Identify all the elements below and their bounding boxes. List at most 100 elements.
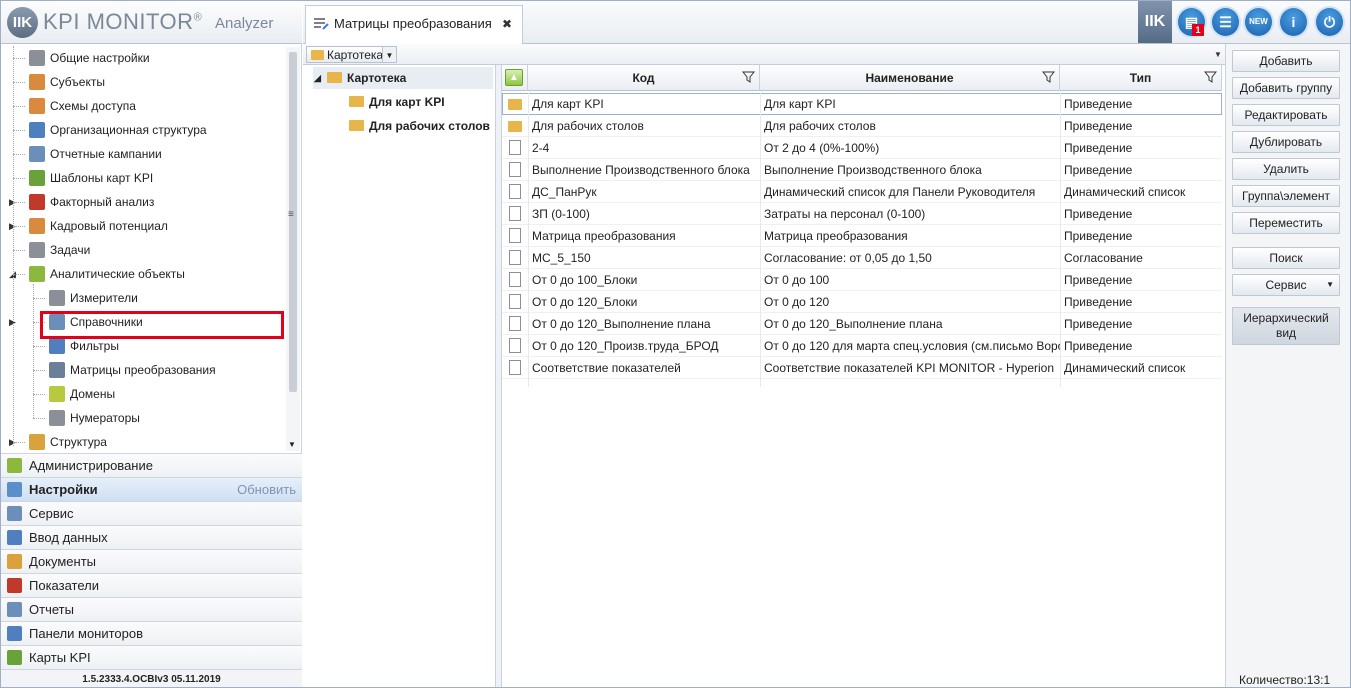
table-row[interactable]: Соответствие показателей Соответствие пок… [502,357,1222,379]
column-divider [1060,93,1061,387]
search-button[interactable]: Поиск [1232,247,1340,269]
chevron-down-icon[interactable]: ▼ [1211,46,1225,63]
table-row[interactable]: От 0 до 120_Выполнение плана От 0 до 120_… [502,313,1222,335]
notification-badge: 1 [1192,24,1204,36]
tree-item[interactable]: ▶ Факторный анализ [9,190,154,214]
tree-item[interactable]: Схемы доступа [29,94,136,118]
action-button[interactable]: Переместить [1232,212,1340,234]
table-row[interactable]: От 0 до 100_Блоки От 0 до 100 Приведение [502,269,1222,291]
up-level-button[interactable]: ▲ [505,69,523,86]
action-button[interactable]: Удалить [1232,158,1340,180]
table-row[interactable]: От 0 до 120_Блоки От 0 до 120 Приведение [502,291,1222,313]
nav-item[interactable]: Панели мониторов [1,621,302,645]
table-row[interactable]: Для рабочих столов Для рабочих столов Прив… [502,115,1222,137]
nav-item[interactable]: Ввод данных [1,525,302,549]
collapse-handle-icon[interactable]: ≡ [288,209,294,220]
table-row[interactable]: ЗП (0-100) Затраты на персонал (0-100) При… [502,203,1222,225]
tree-scrollbar-thumb[interactable] [289,52,297,392]
tree-item[interactable]: Матрицы преобразования [49,358,216,382]
cell-name: Выполнение Производственного блока [764,163,982,177]
tree-item[interactable]: Задачи [29,238,90,262]
home-button[interactable]: IIK [1138,1,1172,43]
matrix-icon [314,18,329,30]
tree-item[interactable]: Субъекты [29,70,105,94]
breadcrumb-dropdown-icon[interactable]: ▼ [382,46,397,63]
tree-item[interactable]: ▶ Структура [9,430,107,453]
table-row[interactable]: ДС_ПанРук Динамический список для Панели … [502,181,1222,203]
nav-item-label: Документы [29,554,97,569]
filter-icon[interactable] [1042,71,1055,83]
action-button[interactable]: Редактировать [1232,104,1340,126]
action-button[interactable]: Добавить группу [1232,77,1340,99]
tree-item[interactable]: Измерители [49,286,138,310]
module-icon [7,650,22,665]
document-icon [509,228,521,243]
refresh-link[interactable]: Обновить [237,478,296,501]
clipboard-icon: ☰ [1219,14,1232,30]
column-header-type[interactable]: Тип [1060,65,1222,91]
nav-item[interactable]: Документы [1,549,302,573]
tree-item[interactable]: Домены [49,382,115,406]
tree-item[interactable]: Нумераторы [49,406,140,430]
action-button[interactable]: Группа\элемент [1232,185,1340,207]
nav-item[interactable]: Сервис [1,501,302,525]
cell-type: Приведение [1064,97,1133,111]
folder-root[interactable]: ◢ Картотека [313,67,493,89]
filter-icon[interactable] [742,71,755,83]
table-row[interactable]: МС_5_150 Согласование: от 0,05 до 1,50 Сог… [502,247,1222,269]
table-row[interactable]: От 0 до 120_Произв.труда_БРОД От 0 до 120… [502,335,1222,357]
column-header-code[interactable]: Код [528,65,760,91]
tree-scrollbar[interactable]: ▼ [286,47,300,451]
document-icon [509,272,521,287]
cell-name: От 0 до 100 [764,273,830,287]
power-button[interactable]: ⏻ [1314,6,1345,38]
hierarchy-view-toggle[interactable]: Иерархический вид [1232,307,1340,345]
cell-name: Соответствие показателей KPI MONITOR - H… [764,361,1054,375]
nav-item-label: Сервис [29,506,74,521]
cell-name: Динамический список для Панели Руководит… [764,185,1036,199]
news-button[interactable]: NEW [1243,6,1274,38]
numerator-icon [49,410,65,426]
tree-item[interactable]: Отчетные кампании [29,142,162,166]
column-header-name[interactable]: Наименование [760,65,1060,91]
tree-item[interactable]: ▶ Кадровый потенциал [9,214,168,238]
tree-item[interactable]: ◢ Аналитические объекты [9,262,185,286]
document-icon [509,294,521,309]
filter-icon[interactable] [1204,71,1217,83]
grid-header: ▲ Код Наименование Тип [502,65,1222,91]
close-icon[interactable]: ✖ [502,6,512,42]
tab-matrices[interactable]: Матрицы преобразования ✖ [305,5,523,44]
table-row[interactable]: Выполнение Производственного блока Выполн… [502,159,1222,181]
tree-item-label: Аналитические объекты [50,267,185,281]
breadcrumb[interactable]: Картотека [306,46,389,63]
nav-item-label: Показатели [29,578,99,593]
up-level-header: ▲ [502,65,528,91]
table-row[interactable]: Матрица преобразования Матрица преобразов… [502,225,1222,247]
tree-item[interactable]: Шаблоны карт KPI [29,166,153,190]
folder-icon [349,120,364,131]
folder-icon [508,121,522,132]
nav-item[interactable]: Отчеты [1,597,302,621]
tree-connector [13,82,25,83]
nav-item[interactable]: Администрирование [1,453,302,477]
nav-item[interactable]: Карты KPI [1,645,302,669]
users-icon [29,74,45,90]
module-icon [7,530,22,545]
cell-type: Приведение [1064,295,1133,309]
tree-item[interactable]: Общие настройки [29,46,150,70]
folder-item[interactable]: Для карт KPI [349,91,445,113]
folder-item[interactable]: Для рабочих столов [349,115,490,137]
nav-item[interactable]: Показатели [1,573,302,597]
info-button[interactable]: i [1278,6,1309,38]
table-row[interactable]: 2-4 От 2 до 4 (0%-100%) Приведение [502,137,1222,159]
cell-code: 2-4 [532,141,550,155]
clipboard-button[interactable]: ☰ [1210,6,1241,38]
service-dropdown[interactable]: Сервис ▼ [1232,274,1340,296]
action-button[interactable]: Добавить [1232,50,1340,72]
tree-connector [13,46,14,446]
tree-item[interactable]: Организационная структура [29,118,207,142]
nav-item[interactable]: Настройки Обновить [1,477,302,501]
action-button[interactable]: Дублировать [1232,131,1340,153]
table-row[interactable]: Для карт KPI Для карт KPI Приведение [502,93,1222,115]
scroll-down-icon[interactable]: ▼ [288,440,296,449]
